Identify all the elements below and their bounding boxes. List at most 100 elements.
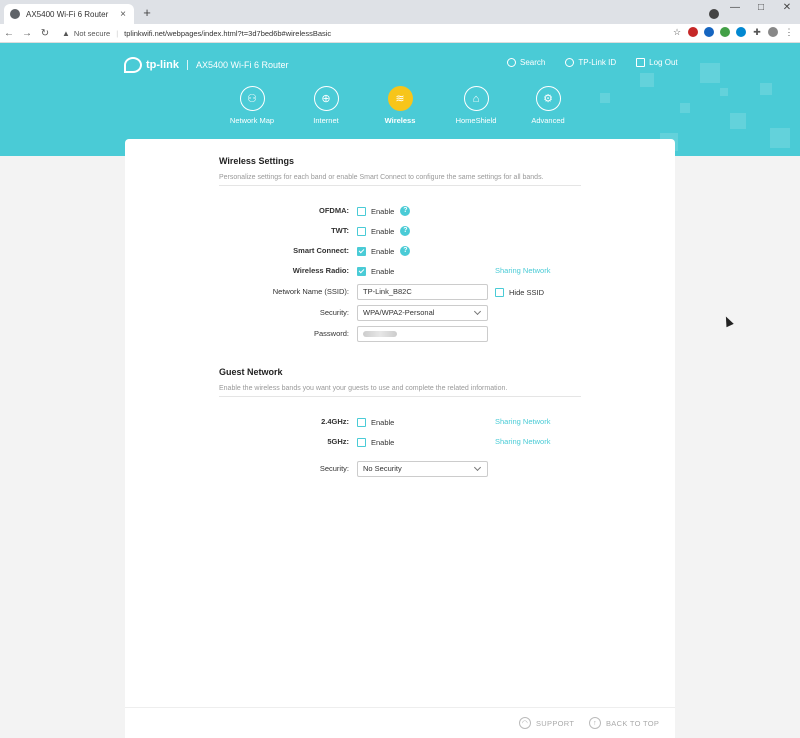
ssid-row: Network Name (SSID): TP-Link_B82C Hide S… xyxy=(219,284,649,300)
ssid-label: Network Name (SSID): xyxy=(272,287,349,296)
forward-arrow-icon[interactable]: → xyxy=(18,28,36,39)
wifi-icon: ≋ xyxy=(387,86,413,111)
brand-divider xyxy=(187,60,188,70)
window-controls: — □ ✕ xyxy=(722,0,800,20)
ofdma-label: OFDMA: xyxy=(319,206,349,215)
smart-connect-help-icon[interactable]: ? xyxy=(400,246,411,256)
ofdma-help-icon[interactable]: ? xyxy=(400,206,411,216)
close-window-icon[interactable]: ✕ xyxy=(774,0,800,20)
router-page: tp-link AX5400 Wi-Fi 6 Router Search TP-… xyxy=(0,43,800,738)
reload-icon[interactable]: ↻ xyxy=(36,28,54,39)
guest-security-label: Security: xyxy=(319,464,349,473)
ssid-input[interactable]: TP-Link_B82C xyxy=(357,284,488,300)
globe-icon: ⊕ xyxy=(313,86,339,111)
browser-toolbar: ← → ↻ ▲ Not secure | tplinkwifi.net/webp… xyxy=(0,24,800,43)
guest-5ghz-label: 5GHz: xyxy=(327,437,349,446)
back-to-top-link[interactable]: ↑ BACK TO TOP xyxy=(589,717,659,729)
ofdma-checkbox[interactable] xyxy=(357,206,366,216)
guest-24ghz-sharing-link[interactable]: Sharing Network xyxy=(495,415,550,429)
tab-label: HomeShield xyxy=(455,116,497,125)
browser-tab-strip: AX5400 Wi-Fi 6 Router × + — □ ✕ xyxy=(0,0,800,24)
support-link[interactable]: ◠ SUPPORT xyxy=(519,717,574,729)
arrow-up-icon: ↑ xyxy=(589,717,601,729)
extension-icon-2[interactable] xyxy=(736,27,746,37)
logout-label: Log Out xyxy=(649,58,678,67)
search-link[interactable]: Search xyxy=(507,58,545,67)
tab-advanced[interactable]: ⚙ Advanced xyxy=(508,86,588,125)
guest-security-row: Security: No Security xyxy=(219,461,649,477)
guest-24ghz-row: 2.4GHz: Enable Sharing Network xyxy=(219,415,649,429)
twt-row: TWT: Enable ? xyxy=(219,224,649,238)
page-footer: ◠ SUPPORT ↑ BACK TO TOP xyxy=(125,707,675,738)
tplink-id-link[interactable]: TP-Link ID xyxy=(565,58,616,67)
maximize-icon[interactable]: □ xyxy=(748,0,774,20)
smart-connect-label: Smart Connect: xyxy=(293,246,349,255)
wireless-settings-title: Wireless Settings xyxy=(219,156,294,166)
ublock-extension-icon[interactable] xyxy=(688,27,698,37)
tab-network-map[interactable]: ⚇ Network Map xyxy=(212,86,292,125)
tplink-id-label: TP-Link ID xyxy=(578,58,617,67)
tab-label: Advanced xyxy=(531,116,565,125)
tab-label: Internet xyxy=(313,116,339,125)
guest-network-desc: Enable the wireless bands you want your … xyxy=(219,385,581,397)
not-secure-label: Not secure xyxy=(73,29,111,38)
new-tab-button[interactable]: + xyxy=(140,6,154,20)
profile-avatar-icon[interactable] xyxy=(768,27,778,37)
tab-label: Wireless xyxy=(384,116,416,125)
site-favicon-icon xyxy=(10,9,20,19)
browser-tab[interactable]: AX5400 Wi-Fi 6 Router × xyxy=(4,4,134,24)
profile-icon[interactable] xyxy=(709,9,719,19)
bookmark-star-icon[interactable]: ☆ xyxy=(672,27,682,37)
gear-icon: ⚙ xyxy=(535,86,561,111)
drive-extension-icon[interactable] xyxy=(720,27,730,37)
logo-text: tp-link xyxy=(146,59,179,71)
twt-help-icon[interactable]: ? xyxy=(400,226,411,236)
user-icon xyxy=(565,58,575,67)
search-icon xyxy=(507,58,516,67)
brand: tp-link AX5400 Wi-Fi 6 Router xyxy=(124,57,289,73)
password-row: Password: xyxy=(219,326,649,342)
twt-checkbox[interactable] xyxy=(357,226,366,236)
tab-wireless[interactable]: ≋ Wireless xyxy=(360,86,440,125)
smart-connect-checkbox[interactable] xyxy=(357,246,366,256)
guest-24ghz-checkbox[interactable] xyxy=(357,417,366,427)
guest-security-select[interactable]: No Security xyxy=(357,461,488,477)
hide-ssid-checkbox[interactable] xyxy=(495,287,504,297)
back-to-top-label: BACK TO TOP xyxy=(606,718,660,728)
password-input[interactable] xyxy=(357,326,488,342)
tab-close-icon[interactable]: × xyxy=(118,9,128,20)
security-row: Security: WPA/WPA2-Personal xyxy=(219,305,649,321)
router-model: AX5400 Wi-Fi 6 Router xyxy=(196,60,289,70)
address-bar[interactable]: ▲ Not secure | tplinkwifi.net/webpages/i… xyxy=(62,26,692,41)
guest-24ghz-enable-text: Enable xyxy=(371,417,395,427)
guest-5ghz-enable-text: Enable xyxy=(371,437,395,447)
minimize-icon[interactable]: — xyxy=(722,0,748,20)
wireless-radio-checkbox[interactable] xyxy=(357,266,366,276)
twt-enable-text: Enable xyxy=(371,226,395,236)
tab-internet[interactable]: ⊕ Internet xyxy=(286,86,366,125)
tab-homeshield[interactable]: ⌂ HomeShield xyxy=(436,86,516,125)
guest-24ghz-label: 2.4GHz: xyxy=(321,417,349,426)
twt-label: TWT: xyxy=(331,226,349,235)
security-select[interactable]: WPA/WPA2-Personal xyxy=(357,305,488,321)
wireless-radio-row: Wireless Radio: Enable Sharing Network xyxy=(219,264,649,278)
url-text[interactable]: tplinkwifi.net/webpages/index.html?t=3d7… xyxy=(124,29,331,38)
guest-5ghz-sharing-link[interactable]: Sharing Network xyxy=(495,435,550,449)
sharing-network-link[interactable]: Sharing Network xyxy=(495,264,550,278)
guest-network-title: Guest Network xyxy=(219,367,283,377)
extensions-puzzle-icon[interactable]: ✚ xyxy=(752,27,762,37)
search-link-label: Search xyxy=(520,58,546,67)
back-arrow-icon[interactable]: ← xyxy=(0,28,18,39)
extension-icons: ☆ ✚ ⋮ xyxy=(672,27,794,37)
tplink-logo-icon xyxy=(124,57,142,73)
support-label: SUPPORT xyxy=(536,718,575,728)
logout-icon xyxy=(636,58,646,67)
security-label: Security: xyxy=(319,308,349,317)
omnibox-divider: | xyxy=(116,29,119,38)
header-links: Search TP-Link ID Log Out xyxy=(507,58,678,67)
wireless-settings-desc: Personalize settings for each band or en… xyxy=(219,174,581,186)
logout-link[interactable]: Log Out xyxy=(636,58,678,67)
menu-dots-icon[interactable]: ⋮ xyxy=(784,27,794,37)
extension-icon[interactable] xyxy=(704,27,714,37)
guest-5ghz-checkbox[interactable] xyxy=(357,437,366,447)
